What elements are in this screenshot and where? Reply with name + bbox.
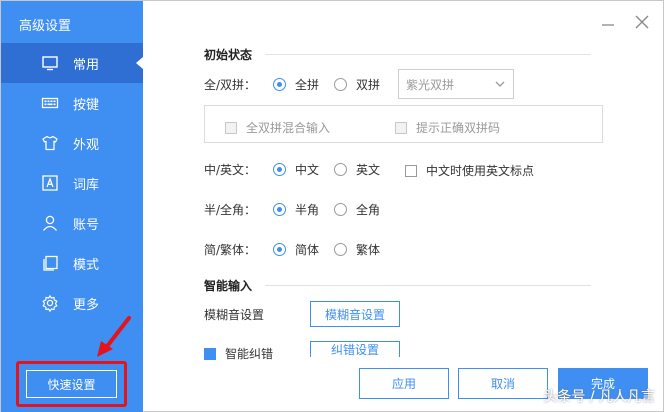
cancel-button[interactable]: 取消 — [458, 368, 548, 399]
radio-label: 繁体 — [356, 243, 381, 257]
checkbox-mixed-input[interactable]: 全双拼混合输入 — [225, 119, 330, 136]
gear-icon — [41, 294, 59, 312]
radio-label: 简体 — [295, 243, 320, 257]
radio-double-pinyin[interactable]: 双拼 — [334, 76, 380, 93]
radio-dot — [334, 243, 347, 256]
radio-dot — [273, 243, 286, 256]
checkbox-hint[interactable]: 提示正确双拼码 — [395, 119, 500, 136]
radio-simplified[interactable]: 简体 — [273, 241, 319, 258]
section-title-initial-state: 初始状态 — [204, 48, 253, 62]
sidebar: 高级设置 常用 按键 外观 词库 账号 模式 更多 快速设置 — [1, 1, 143, 412]
radio-full-pinyin[interactable]: 全拼 — [273, 76, 319, 93]
radio-label: 全角 — [356, 203, 381, 217]
radio-label: 中文 — [295, 163, 320, 177]
window-title: 高级设置 — [19, 19, 72, 34]
checkbox-box — [204, 347, 216, 360]
radio-dot — [334, 163, 347, 176]
sidebar-item-keys[interactable]: 按键 — [1, 83, 143, 123]
sidebar-item-common[interactable]: 常用 — [1, 43, 143, 83]
radio-label: 全拼 — [295, 78, 320, 92]
cn-en-label: 中/英文： — [204, 163, 257, 177]
select-value: 紫光双拼 — [406, 77, 455, 92]
checkbox-label: 智能纠错 — [225, 347, 274, 361]
red-arrow-annotation — [97, 316, 131, 357]
watermark: 头条号 / 凡人凡言 — [543, 389, 655, 405]
fuzzy-label: 模糊音设置 — [204, 308, 265, 322]
sidebar-item-label: 外观 — [73, 137, 100, 153]
quick-setup-highlight: 快速设置 — [16, 361, 127, 407]
checkbox-label: 全双拼混合输入 — [246, 121, 331, 135]
sidebar-item-appearance[interactable]: 外观 — [1, 123, 143, 163]
radio-dot — [273, 78, 286, 91]
radio-dot — [334, 78, 347, 91]
apply-button[interactable]: 应用 — [359, 368, 449, 399]
radio-full-width[interactable]: 全角 — [334, 201, 380, 218]
radio-chinese[interactable]: 中文 — [273, 161, 319, 178]
settings-window: 高级设置 常用 按键 外观 词库 账号 模式 更多 快速设置 初始状态 全/双拼… — [0, 0, 664, 412]
double-pinyin-scheme-select[interactable]: 紫光双拼 — [398, 69, 514, 99]
fuzzy-settings-button[interactable]: 模糊音设置 — [310, 301, 400, 327]
sidebar-item-account[interactable]: 账号 — [1, 203, 143, 243]
radio-dot — [273, 203, 286, 216]
radio-label: 双拼 — [356, 78, 381, 92]
divider — [265, 54, 591, 55]
shirt-icon — [41, 134, 59, 152]
checkbox-label: 提示正确双拼码 — [416, 121, 501, 135]
checkbox-box — [225, 121, 237, 134]
sidebar-item-label: 按键 — [73, 97, 100, 113]
sidebar-item-label: 常用 — [73, 57, 100, 73]
sidebar-nav: 常用 按键 外观 词库 账号 模式 更多 — [1, 43, 143, 323]
full-double-label: 全/双拼： — [204, 78, 257, 92]
checkbox-label: 中文时使用英文标点 — [426, 164, 535, 178]
dictionary-icon — [41, 174, 59, 192]
quick-setup-button[interactable]: 快速设置 — [26, 370, 117, 398]
correction-settings-button[interactable]: 纠错设置 — [310, 341, 400, 357]
checkbox-box — [405, 164, 417, 177]
radio-dot — [334, 203, 347, 216]
sidebar-item-label: 更多 — [73, 297, 100, 313]
settings-content: 初始状态 全/双拼： 全拼 双拼 紫光双拼 全双拼混合输入 提示正确双拼码 中/… — [143, 1, 664, 412]
radio-label: 英文 — [356, 163, 381, 177]
radio-english[interactable]: 英文 — [334, 161, 380, 178]
monitor-icon — [41, 54, 59, 72]
chevron-down-icon — [495, 81, 505, 87]
checkbox-box — [395, 121, 407, 134]
simp-trad-label: 简/繁体： — [204, 243, 257, 257]
checkbox-english-punctuation[interactable]: 中文时使用英文标点 — [405, 162, 534, 179]
double-pinyin-options-panel: 全双拼混合输入 提示正确双拼码 — [204, 105, 603, 143]
keyboard-icon — [41, 94, 59, 112]
radio-dot — [273, 163, 286, 176]
user-icon — [41, 214, 59, 232]
sidebar-item-dictionary[interactable]: 词库 — [1, 163, 143, 203]
radio-traditional[interactable]: 繁体 — [334, 241, 380, 258]
sidebar-item-label: 账号 — [73, 217, 100, 233]
copy-icon — [41, 254, 59, 272]
half-full-label: 半/全角： — [204, 203, 257, 217]
radio-label: 半角 — [295, 203, 320, 217]
radio-half-width[interactable]: 半角 — [273, 201, 319, 218]
sidebar-item-label: 词库 — [73, 177, 100, 193]
sidebar-item-mode[interactable]: 模式 — [1, 243, 143, 283]
section-title-smart-input: 智能输入 — [204, 279, 253, 293]
sidebar-item-label: 模式 — [73, 257, 100, 273]
checkbox-smart-correction[interactable]: 智能纠错 — [204, 345, 273, 362]
divider — [265, 285, 591, 286]
